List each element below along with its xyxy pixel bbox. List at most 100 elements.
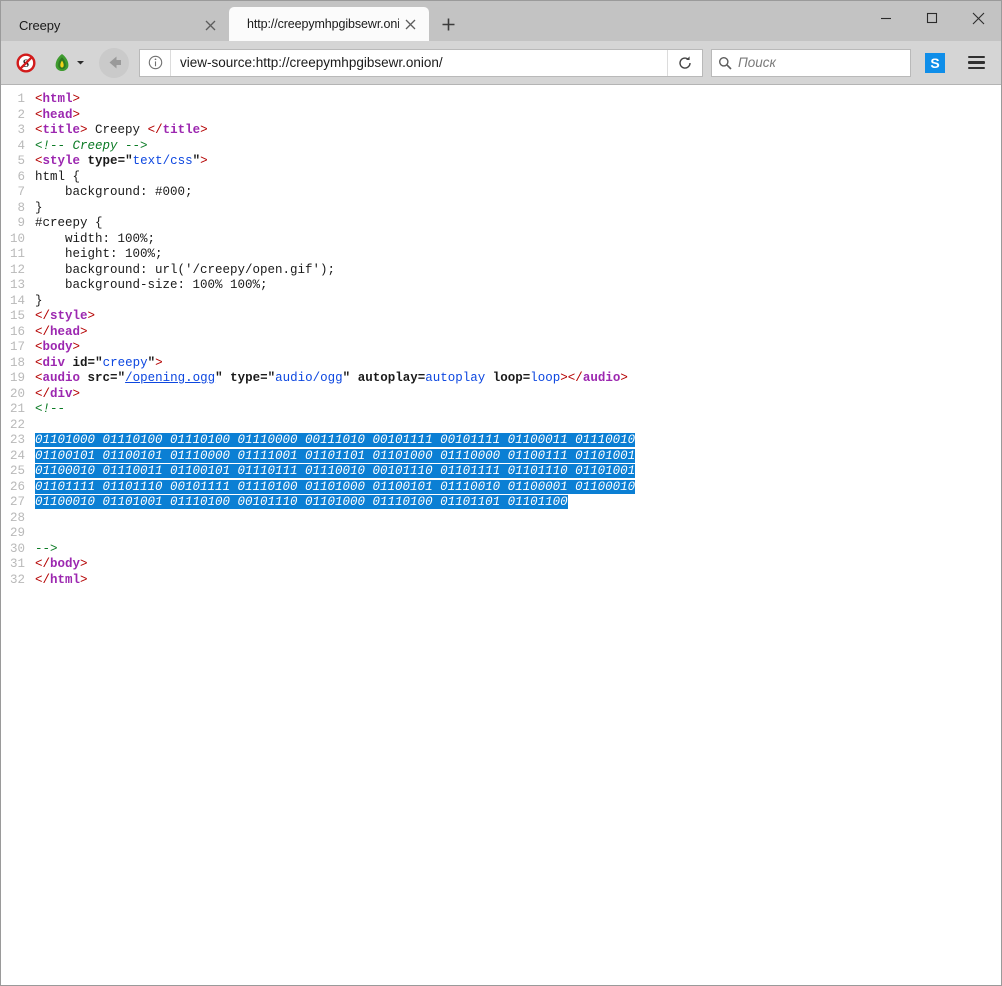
line-number: 18: [1, 356, 35, 372]
chevron-down-icon: [76, 58, 85, 67]
line-content: </html>: [35, 573, 1001, 589]
line-number: 8: [1, 201, 35, 217]
code-token: autoplay: [425, 371, 485, 385]
code-token: <: [35, 154, 43, 168]
search-input[interactable]: Поиск: [738, 55, 776, 70]
selected-binary-text[interactable]: 01100010 01101001 01110100 00101110 0110…: [35, 495, 568, 509]
onion-icon[interactable]: [47, 48, 89, 78]
code-line: 2301101000 01110100 01110100 01110000 00…: [1, 433, 1001, 449]
line-content: height: 100%;: [35, 247, 1001, 263]
maximize-button[interactable]: [909, 1, 955, 35]
code-line: 18<div id="creepy">: [1, 356, 1001, 372]
close-button[interactable]: [955, 1, 1001, 35]
line-number: 9: [1, 216, 35, 232]
line-content: <audio src="/opening.ogg" type="audio/og…: [35, 371, 1001, 387]
line-number: 19: [1, 371, 35, 387]
code-line: 10 width: 100%;: [1, 232, 1001, 248]
code-token: >: [80, 123, 88, 137]
code-token: [65, 356, 73, 370]
tab-creepy[interactable]: Creepy: [1, 9, 229, 41]
code-token: background: url('/creepy/open.gif');: [35, 263, 335, 277]
line-number: 27: [1, 495, 35, 511]
skype-icon[interactable]: S: [921, 48, 949, 78]
selected-binary-text[interactable]: 01100101 01100101 01110000 01111001 0110…: [35, 449, 635, 463]
code-line: 21<!--: [1, 402, 1001, 418]
code-token: src=: [88, 371, 118, 385]
code-line: 2501100010 01110011 01100101 01110111 01…: [1, 464, 1001, 480]
code-token: }: [35, 294, 43, 308]
noscript-icon[interactable]: S: [11, 48, 41, 78]
new-tab-button[interactable]: [433, 9, 463, 39]
code-token: <: [35, 92, 43, 106]
code-token: >: [560, 371, 568, 385]
line-content: 01101111 01101110 00101111 01110100 0110…: [35, 480, 1001, 496]
line-content: 01100010 01101001 01110100 00101110 0110…: [35, 495, 1001, 511]
line-content: -->: [35, 542, 1001, 558]
line-content: <!-- Creepy -->: [35, 139, 1001, 155]
code-token: =: [118, 154, 126, 168]
code-token: >: [80, 557, 88, 571]
line-content: </body>: [35, 557, 1001, 573]
selected-binary-text[interactable]: 01101000 01110100 01110100 01110000 0011…: [35, 433, 635, 447]
selected-binary-text[interactable]: 01100010 01110011 01100101 01110111 0111…: [35, 464, 635, 478]
code-token: ": [215, 371, 223, 385]
line-number: 13: [1, 278, 35, 294]
line-number: 3: [1, 123, 35, 139]
line-number: 15: [1, 309, 35, 325]
close-icon[interactable]: [199, 14, 221, 36]
code-token[interactable]: /opening.ogg: [125, 371, 215, 385]
code-token: <: [35, 356, 43, 370]
minimize-button[interactable]: [863, 1, 909, 35]
line-content: <head>: [35, 108, 1001, 124]
line-content: html {: [35, 170, 1001, 186]
code-token: #creepy {: [35, 216, 103, 230]
close-icon[interactable]: [399, 13, 421, 35]
code-token: }: [35, 201, 43, 215]
info-icon[interactable]: [140, 50, 171, 76]
line-content: }: [35, 201, 1001, 217]
code-line: 5<style type="text/css">: [1, 154, 1001, 170]
code-token: >: [200, 154, 208, 168]
code-token: audio/ogg: [275, 371, 343, 385]
code-line: 28: [1, 511, 1001, 527]
line-number: 24: [1, 449, 35, 465]
line-content: 01101000 01110100 01110100 01110000 0011…: [35, 433, 1001, 449]
code-token: body: [50, 557, 80, 571]
code-token: >: [73, 387, 81, 401]
hamburger-menu-icon[interactable]: [959, 48, 993, 78]
code-line: 2601101111 01101110 00101111 01110100 01…: [1, 480, 1001, 496]
line-content: [35, 526, 1001, 542]
code-line: 9#creepy {: [1, 216, 1001, 232]
code-token: [350, 371, 358, 385]
code-token: <: [35, 371, 43, 385]
selected-binary-text[interactable]: 01101111 01101110 00101111 01110100 0110…: [35, 480, 635, 494]
line-content: </div>: [35, 387, 1001, 403]
tab-title: http://creepymhpgibsewr.oni...: [247, 17, 399, 31]
line-number: 1: [1, 92, 35, 108]
code-token: </: [35, 387, 50, 401]
back-button[interactable]: [99, 48, 129, 78]
source-code-view[interactable]: 1<html>2<head>3<title> Creepy </title>4<…: [1, 85, 1001, 985]
code-token: [485, 371, 493, 385]
code-token: >: [80, 325, 88, 339]
url-bar[interactable]: view-source:http://creepymhpgibsewr.onio…: [139, 49, 703, 77]
code-token: </: [35, 557, 50, 571]
search-bar[interactable]: Поиск: [711, 49, 911, 77]
tab-view-source[interactable]: http://creepymhpgibsewr.oni...: [229, 7, 429, 41]
line-content: }: [35, 294, 1001, 310]
window-controls: [863, 1, 1001, 35]
reload-icon[interactable]: [667, 50, 702, 76]
code-line: 3<title> Creepy </title>: [1, 123, 1001, 139]
skype-letter: S: [925, 53, 945, 73]
line-number: 17: [1, 340, 35, 356]
code-token: <!--: [35, 402, 65, 416]
url-text[interactable]: view-source:http://creepymhpgibsewr.onio…: [171, 55, 667, 70]
line-content: <html>: [35, 92, 1001, 108]
line-number: 20: [1, 387, 35, 403]
code-token: title: [43, 123, 81, 137]
code-token: background: #000;: [35, 185, 193, 199]
code-token: <: [35, 340, 43, 354]
code-token: loop: [530, 371, 560, 385]
code-token: <: [35, 108, 43, 122]
line-content: <div id="creepy">: [35, 356, 1001, 372]
